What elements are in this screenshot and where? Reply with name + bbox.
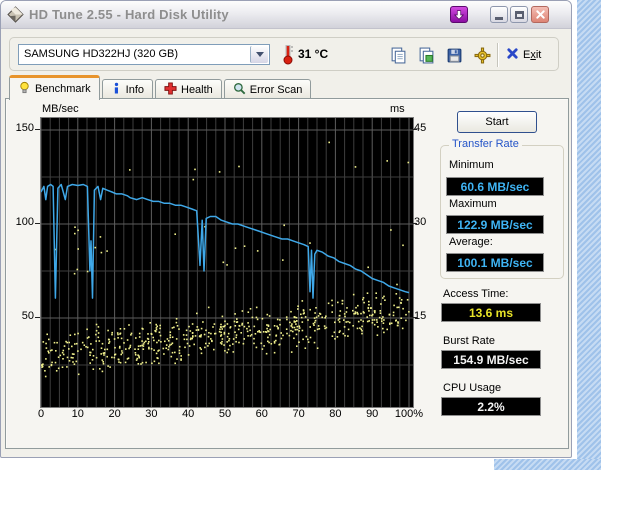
right-axis-unit: ms (390, 103, 405, 115)
toolbar-separator (497, 43, 499, 67)
axis-tick (35, 317, 40, 318)
y-left-tick-label: 150 (15, 122, 34, 134)
window-title: HD Tune 2.55 - Hard Disk Utility (29, 7, 229, 22)
exit-label: Exit (523, 49, 542, 61)
x-tick-label: 10 (71, 408, 84, 420)
cpu-usage-label: CPU Usage (443, 382, 502, 394)
toolbar: SAMSUNG HD322HJ (320 GB) 31 °C Exit (9, 37, 559, 71)
tab-benchmark[interactable]: Benchmark (9, 75, 100, 100)
y-left-tick-label: 100 (15, 216, 34, 228)
save-icon[interactable] (444, 45, 464, 65)
minimum-label: Minimum (449, 159, 494, 171)
drive-select-value: SAMSUNG HD322HJ (320 GB) (24, 48, 179, 60)
y-right-tick-label: 15 (414, 310, 427, 322)
combo-dropdown-arrow-icon[interactable] (250, 46, 268, 63)
axis-tick (35, 223, 40, 224)
copy-icon[interactable] (388, 45, 408, 65)
tab-health[interactable]: Health (155, 79, 222, 99)
hd-tune-window: HD Tune 2.55 - Hard Disk Utility SAMSUNG… (0, 0, 572, 458)
x-tick-label: 100% (394, 408, 424, 420)
average-value: 100.1 MB/sec (446, 253, 544, 272)
transfer-rate-group-label: Transfer Rate (449, 138, 522, 150)
cpu-usage-value: 2.2% (441, 397, 541, 416)
maximum-value: 122.9 MB/sec (446, 215, 544, 234)
titlebar[interactable]: HD Tune 2.55 - Hard Disk Utility (1, 1, 571, 29)
axis-tick (412, 317, 417, 318)
tab-health-label: Health (181, 83, 213, 96)
average-label: Average: (449, 236, 493, 248)
axis-tick (35, 129, 40, 130)
info-icon (111, 82, 122, 98)
drive-select-dropdown[interactable]: SAMSUNG HD322HJ (320 GB) (18, 44, 270, 65)
exit-x-icon (506, 47, 519, 63)
x-tick-label: 60 (255, 408, 268, 420)
tab-info-label: Info (125, 83, 144, 96)
tab-bar: Benchmark Info Health Error Scan (9, 75, 313, 100)
x-tick-label: 30 (145, 408, 158, 420)
burst-rate-value: 154.9 MB/sec (441, 350, 541, 369)
minimum-value: 60.6 MB/sec (446, 177, 544, 196)
tab-error-scan[interactable]: Error Scan (223, 79, 312, 99)
options-gear-icon[interactable] (472, 45, 492, 65)
lightbulb-icon (18, 81, 31, 97)
health-cross-icon (164, 81, 177, 98)
maximize-icon[interactable] (510, 6, 528, 23)
transfer-rate-group: Transfer Rate Minimum 60.6 MB/sec Maximu… (440, 138, 564, 279)
x-tick-label: 80 (329, 408, 342, 420)
download-arrow-icon[interactable] (450, 6, 468, 23)
thermometer-icon (282, 42, 294, 66)
tab-benchmark-label: Benchmark (35, 83, 91, 95)
x-tick-label: 40 (182, 408, 195, 420)
x-tick-label: 90 (366, 408, 379, 420)
x-tick-label: 70 (292, 408, 305, 420)
y-right-tick-label: 45 (414, 122, 427, 134)
x-tick-label: 20 (108, 408, 121, 420)
wallpaper-stripe-right (577, 0, 601, 470)
access-time-label: Access Time: (443, 288, 509, 300)
x-tick-label: 0 (37, 408, 45, 420)
access-time-value: 13.6 ms (441, 303, 541, 322)
burst-rate-label: Burst Rate (443, 335, 495, 347)
benchmark-chart: MB/sec ms 150 100 50 45 30 15 0 10 20 30 40 50 60 70 8… (6, 99, 436, 450)
y-right-tick-label: 30 (414, 216, 427, 228)
close-icon[interactable] (531, 6, 549, 23)
start-button[interactable]: Start (457, 111, 537, 133)
exit-button[interactable]: Exit (506, 44, 541, 66)
hd-tune-diamond-icon (7, 6, 24, 23)
wallpaper-stripe-bottom (494, 459, 601, 470)
tab-error-scan-label: Error Scan (249, 83, 303, 96)
tab-info[interactable]: Info (101, 79, 153, 99)
axis-tick (412, 129, 417, 130)
benchmark-panel: MB/sec ms 150 100 50 45 30 15 0 10 20 30 40 50 60 70 8… (5, 98, 569, 449)
plot-svg (40, 118, 413, 407)
x-tick-label: 50 (218, 408, 232, 420)
y-left-tick-label: 50 (21, 310, 34, 322)
minimize-icon[interactable] (490, 6, 508, 23)
left-axis-unit: MB/sec (42, 103, 79, 115)
copy-image-icon[interactable] (416, 45, 436, 65)
magnifier-icon (233, 82, 246, 98)
plot-area (40, 117, 414, 408)
axis-tick (412, 223, 417, 224)
temperature-value: 31 °C (298, 47, 329, 61)
maximum-label: Maximum (449, 198, 497, 210)
